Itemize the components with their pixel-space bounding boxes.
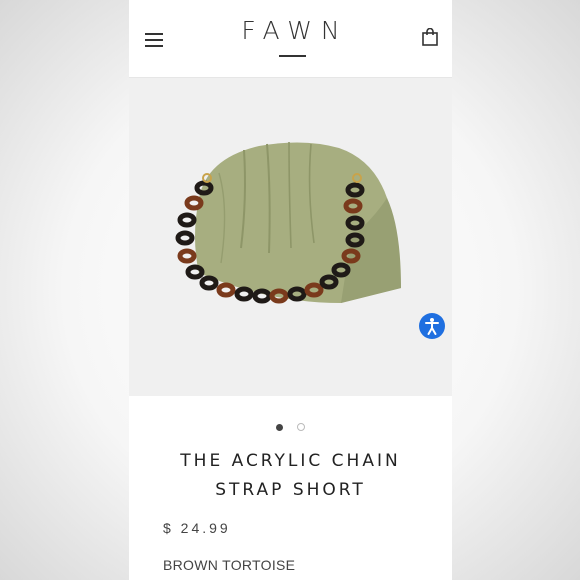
gallery-dot-2[interactable]: [297, 423, 306, 431]
brand-logo[interactable]: FAWN: [129, 16, 452, 45]
gallery-pagination: [129, 418, 452, 436]
site-header: FAWN: [129, 0, 452, 78]
shopping-bag-icon[interactable]: [422, 28, 438, 46]
phone-screen: FAWN THE ACRYLIC CHAIN STRAP SHORT $ 24.…: [129, 0, 452, 580]
gallery-dot-1[interactable]: [275, 424, 283, 431]
accessibility-icon[interactable]: [419, 313, 445, 339]
handbag-illustration: [175, 141, 401, 304]
product-price: $ 24.99: [163, 520, 231, 536]
product-variant: BROWN TORTOISE: [163, 557, 296, 573]
product-image[interactable]: [129, 78, 452, 396]
logo-underline: [279, 55, 306, 57]
product-title: THE ACRYLIC CHAIN STRAP SHORT: [180, 451, 401, 500]
